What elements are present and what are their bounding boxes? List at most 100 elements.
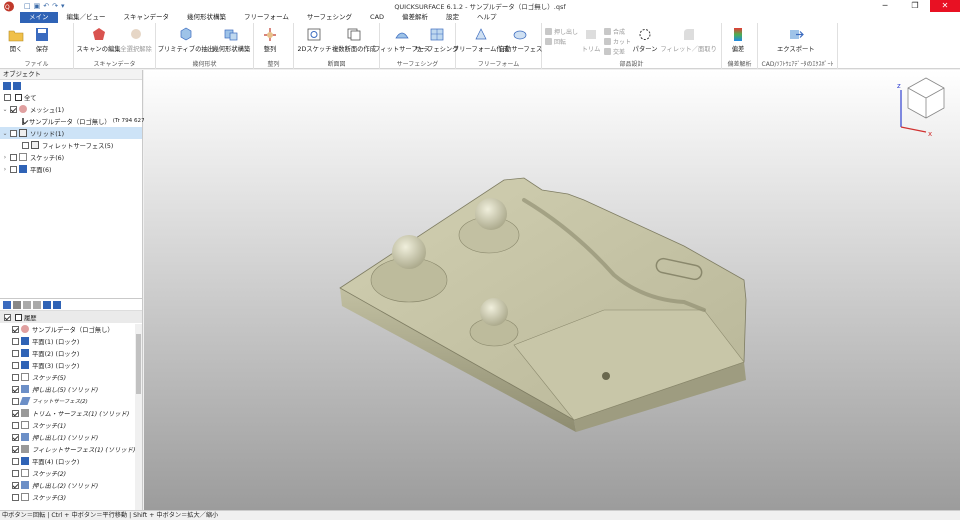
history-item[interactable]: 押し出し(1) (ソリッド) xyxy=(0,431,142,443)
history-item[interactable]: 押し出し(5) (ソリッド) xyxy=(0,383,142,395)
scrollbar-thumb[interactable] xyxy=(136,334,141,394)
checkbox[interactable] xyxy=(12,421,19,429)
tab-help[interactable]: ヘルプ xyxy=(468,12,506,23)
extract-primitive-button[interactable]: プリミティブの抽出 xyxy=(158,25,214,53)
forward-icon[interactable] xyxy=(53,300,61,309)
chevron-down-icon[interactable]: ⌄ xyxy=(2,106,8,113)
extrude-button[interactable]: 押し出し xyxy=(545,26,578,36)
checkbox[interactable] xyxy=(12,385,19,393)
tab-edit-view[interactable]: 編集／ビュー xyxy=(58,12,115,23)
expand-all-icon[interactable] xyxy=(3,81,11,90)
history-item[interactable]: トリム・サーフェス(1) (ソリッド) xyxy=(0,407,142,419)
solid-model[interactable] xyxy=(339,177,747,432)
checkbox[interactable] xyxy=(12,457,19,465)
collapse-all-icon[interactable] xyxy=(13,81,21,90)
intersect-button[interactable]: 交差 xyxy=(604,46,631,56)
surfacing-button[interactable]: サーフェシング xyxy=(415,25,459,53)
checkbox[interactable] xyxy=(22,141,29,149)
tab-cad[interactable]: CAD xyxy=(361,12,393,23)
history-item[interactable]: スケッチ(3) xyxy=(0,491,142,503)
export-button[interactable]: エクスポート xyxy=(777,25,815,53)
checkbox[interactable] xyxy=(22,117,24,125)
history-item[interactable]: 平面(2) (ロック) xyxy=(0,347,142,359)
checkbox[interactable] xyxy=(10,105,17,113)
checkbox[interactable] xyxy=(4,313,11,321)
history-scrollbar[interactable] xyxy=(135,324,142,511)
maximize-button[interactable]: ❐ xyxy=(900,0,930,12)
cut-button[interactable]: カット xyxy=(604,36,631,46)
edit-scan-button[interactable]: スキャンの編集 xyxy=(77,25,121,53)
redo-icon[interactable]: ↷ xyxy=(52,2,58,10)
new-file-icon[interactable]: □ xyxy=(24,2,31,10)
create-freeform-button[interactable]: フリーフォーム作成 xyxy=(453,25,509,53)
rewind-icon[interactable] xyxy=(43,300,51,309)
tab-geometry[interactable]: 幾何形状構築 xyxy=(178,12,235,23)
history-item[interactable]: スケッチ(1) xyxy=(0,419,142,431)
sketch-2d-button[interactable]: 2Dスケッチ xyxy=(297,25,332,53)
deviation-button[interactable]: 偏差 xyxy=(727,25,749,53)
build-geometry-button[interactable]: 幾何形状構築 xyxy=(212,25,250,53)
checkbox[interactable] xyxy=(12,493,19,501)
checkbox[interactable] xyxy=(12,481,19,489)
chevron-right-icon[interactable]: › xyxy=(2,166,8,173)
history-item[interactable]: スケッチ(2) xyxy=(0,467,142,479)
play-icon[interactable] xyxy=(23,300,31,309)
history-item[interactable]: スケッチ(5) xyxy=(0,371,142,383)
history-item[interactable]: 押し出し(2) (ソリッド) xyxy=(0,479,142,491)
auto-surface-button[interactable]: 自動サーフェス xyxy=(499,25,542,53)
tree-item-sample-data[interactable]: サンプルデータ（ロゴ無し） (Tr 794 627) xyxy=(0,115,147,127)
checkbox[interactable] xyxy=(12,349,19,357)
view-cube[interactable]: z x xyxy=(897,77,945,138)
tab-surfacing[interactable]: サーフェシング xyxy=(298,12,361,23)
multi-section-button[interactable]: 複数断面の作成 xyxy=(332,25,376,53)
filter-icon[interactable] xyxy=(33,300,41,309)
checkbox[interactable] xyxy=(12,469,19,477)
tree-item-sketch[interactable]: › スケッチ(6) xyxy=(0,151,142,163)
tab-main[interactable]: メイン xyxy=(20,12,58,23)
3d-viewport[interactable]: z x xyxy=(144,70,960,510)
minimize-button[interactable]: ─ xyxy=(870,0,900,12)
checkbox[interactable] xyxy=(12,445,19,453)
tab-freeform[interactable]: フリーフォーム xyxy=(235,12,298,23)
open-button[interactable]: 開く xyxy=(5,25,27,53)
tab-scan-data[interactable]: スキャンデータ xyxy=(115,12,179,23)
history-item[interactable]: 平面(1) (ロック) xyxy=(0,335,142,347)
fillet-chamfer-button[interactable]: フィレット／面取り xyxy=(660,25,717,53)
tab-settings[interactable]: 設定 xyxy=(437,12,468,23)
list-view-icon[interactable] xyxy=(3,300,11,309)
save-button[interactable]: 保存 xyxy=(31,25,53,53)
combine-button[interactable]: 合成 xyxy=(604,26,631,36)
checkbox[interactable] xyxy=(12,397,19,405)
history-item[interactable]: フィレットサーフェス(1) (ソリッド) xyxy=(0,443,142,455)
align-button[interactable]: 整列 xyxy=(259,25,281,53)
checkbox[interactable] xyxy=(12,409,19,417)
checkbox[interactable] xyxy=(4,93,11,101)
checkbox[interactable] xyxy=(12,433,19,441)
history-item[interactable]: 平面(3) (ロック) xyxy=(0,359,142,371)
checkbox[interactable] xyxy=(12,373,19,381)
tree-item-all[interactable]: 全て xyxy=(0,91,142,103)
checkbox[interactable] xyxy=(12,361,19,369)
deselect-all-button[interactable]: 全選択解除 xyxy=(120,25,152,53)
pattern-button[interactable]: パターン xyxy=(633,25,658,53)
close-button[interactable]: ✕ xyxy=(930,0,960,12)
checkbox[interactable] xyxy=(10,153,17,161)
revolve-button[interactable]: 回転 xyxy=(545,36,578,46)
checkbox[interactable] xyxy=(10,165,17,173)
history-item[interactable]: フィットサーフェス(2) xyxy=(0,395,142,407)
history-item[interactable]: 平面(4) (ロック) xyxy=(0,455,142,467)
tree-view-icon[interactable] xyxy=(13,300,21,309)
checkbox[interactable] xyxy=(12,337,19,345)
save-icon[interactable]: ▣ xyxy=(34,2,41,10)
history-item[interactable]: サンプルデータ（ロゴ無し） xyxy=(0,323,142,335)
trim-button[interactable]: トリム xyxy=(580,25,602,53)
tree-item-fillet-surface[interactable]: フィレットサーフェス(5) xyxy=(0,139,142,151)
tree-item-plane[interactable]: › 平面(6) xyxy=(0,163,142,175)
checkbox[interactable] xyxy=(12,325,19,333)
chevron-down-icon[interactable]: ⌄ xyxy=(2,130,8,137)
tab-deviation[interactable]: 偏差解析 xyxy=(393,12,437,23)
chevron-right-icon[interactable]: › xyxy=(2,154,8,161)
tree-item-mesh[interactable]: ⌄ メッシュ(1) xyxy=(0,103,142,115)
tree-item-solid[interactable]: ⌄ ソリッド(1) xyxy=(0,127,142,139)
undo-icon[interactable]: ↶ xyxy=(43,2,49,10)
